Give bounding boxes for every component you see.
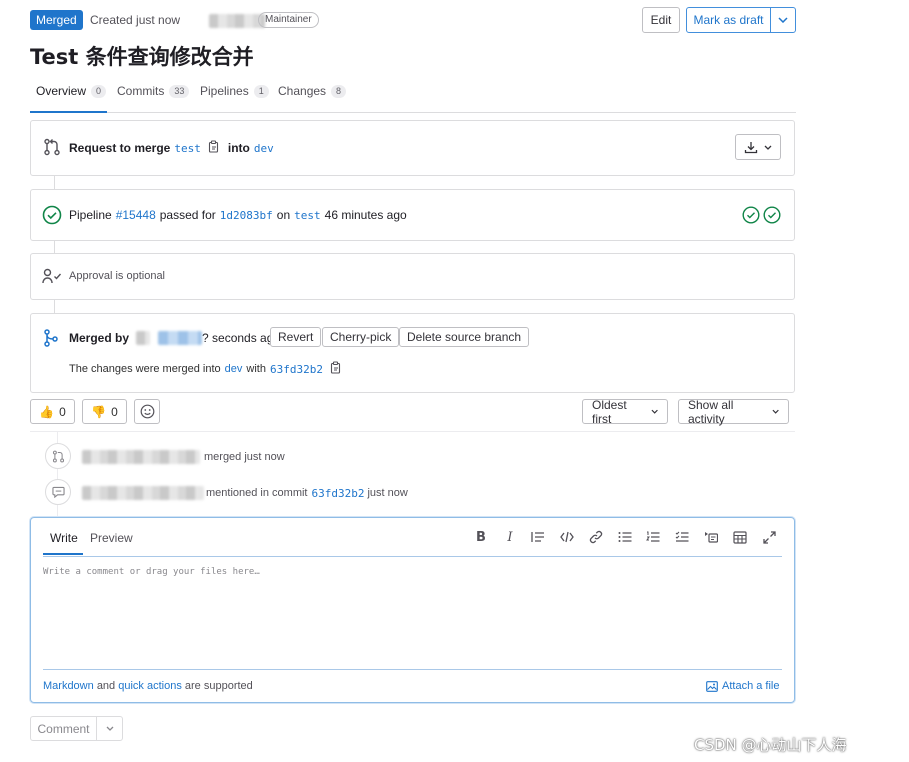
- delete-source-branch-button[interactable]: Delete source branch: [399, 327, 530, 347]
- merged-target-branch-link[interactable]: dev: [225, 363, 243, 375]
- activity-user-redacted: [82, 450, 200, 464]
- thumbs-down-button[interactable]: 👎 0: [82, 399, 127, 424]
- discussion-divider: [30, 431, 795, 432]
- merged-by-user-redacted: [136, 331, 151, 345]
- draft-options-chevron-down-icon[interactable]: [770, 7, 796, 33]
- link-icon[interactable]: [587, 528, 605, 546]
- merged-by-avatar-redacted: [158, 331, 203, 345]
- comment-textarea[interactable]: Write a comment or drag your files here…: [43, 567, 778, 577]
- tab-write[interactable]: Write: [50, 531, 78, 545]
- source-branch-link[interactable]: test: [174, 142, 201, 155]
- italic-icon[interactable]: I: [501, 528, 519, 546]
- fullscreen-icon[interactable]: [760, 528, 778, 546]
- approval-user-check-icon: [42, 268, 64, 287]
- pipeline-branch-link[interactable]: test: [294, 209, 321, 222]
- page-title: Test 条件查询修改合并: [30, 45, 254, 69]
- tab-commits[interactable]: Commits 33: [117, 84, 190, 98]
- thumbs-down-icon: 👎: [91, 404, 107, 419]
- sort-order-dropdown[interactable]: Oldest first: [582, 398, 668, 426]
- edit-button[interactable]: Edit: [642, 7, 680, 33]
- collapsible-section-icon[interactable]: [702, 528, 720, 546]
- image-icon: [706, 680, 718, 692]
- merge-commit-link[interactable]: 63fd32b2: [270, 363, 323, 376]
- table-icon[interactable]: [731, 528, 749, 546]
- tab-pipelines[interactable]: Pipelines 1: [200, 84, 269, 98]
- code-icon[interactable]: [558, 528, 576, 546]
- mentioned-commit-link[interactable]: 63fd32b2: [312, 487, 365, 500]
- comment-options-chevron-down-icon[interactable]: [96, 716, 123, 741]
- download-dropdown-button[interactable]: [735, 134, 781, 160]
- markdown-link[interactable]: Markdown: [43, 680, 94, 692]
- attach-file-button[interactable]: Attach a file: [706, 680, 779, 692]
- bullet-list-icon[interactable]: [616, 528, 634, 546]
- revert-button[interactable]: Revert: [270, 327, 322, 347]
- created-text: Created just now: [90, 13, 266, 28]
- timeline-connector: [54, 300, 55, 313]
- tab-overview[interactable]: Overview 0: [36, 84, 107, 98]
- task-list-icon[interactable]: [673, 528, 691, 546]
- tab-bar: Overview 0 Commits 33 Pipelines 1 Changes 8: [30, 78, 796, 113]
- role-badge: Maintainer: [258, 12, 319, 28]
- copy-branch-clipboard-icon[interactable]: [208, 140, 220, 156]
- status-badge: Merged: [30, 10, 83, 30]
- csdn-watermark: CSDN @心动山下人海: [694, 736, 847, 754]
- merged-widget: [30, 313, 795, 393]
- editor-header-divider: [43, 556, 782, 557]
- chevron-down-icon: [772, 409, 779, 414]
- pipeline-commit-link[interactable]: 1d2083bf: [220, 209, 273, 222]
- active-editor-tab-indicator: [43, 553, 83, 555]
- activity-user-redacted: [82, 486, 204, 500]
- tab-preview[interactable]: Preview: [90, 531, 133, 545]
- author-name-redacted: [209, 13, 266, 28]
- approval-text: Approval is optional: [69, 270, 166, 282]
- numbered-list-icon[interactable]: [644, 528, 662, 546]
- bold-icon[interactable]: B: [472, 528, 490, 546]
- cherry-pick-button[interactable]: Cherry-pick: [322, 327, 400, 347]
- copy-commit-clipboard-icon[interactable]: [330, 361, 342, 377]
- timeline-connector: [54, 176, 55, 189]
- smiley-icon: [140, 404, 154, 419]
- timeline-connector: [54, 241, 55, 253]
- stage-success-icon[interactable]: [763, 206, 781, 227]
- pipeline-id-link[interactable]: #15448: [116, 208, 156, 222]
- activity-item: merged just now: [82, 450, 285, 464]
- download-icon: [744, 141, 758, 153]
- status-success-icon: [42, 205, 62, 228]
- target-branch-link[interactable]: dev: [254, 142, 274, 155]
- thumbs-up-button[interactable]: 👍 0: [30, 399, 75, 424]
- stage-success-icon[interactable]: [742, 206, 760, 227]
- quote-icon[interactable]: [529, 528, 547, 546]
- comment-button[interactable]: Comment: [30, 716, 97, 741]
- pipeline-summary: Pipeline #15448 passed for 1d2083bf on t…: [69, 208, 407, 222]
- markdown-help-text: Markdown and quick actions are supported: [43, 680, 253, 692]
- thumbs-up-icon: 👍: [39, 404, 55, 419]
- merged-summary: Merged by ? seconds ago: [69, 331, 281, 345]
- chevron-down-icon: [764, 145, 772, 150]
- merged-into-text: The changes were merged into dev with 63…: [69, 361, 342, 377]
- add-reaction-button[interactable]: [134, 399, 160, 424]
- tab-changes[interactable]: Changes 8: [278, 84, 347, 98]
- merge-request-system-icon: [45, 443, 71, 469]
- merge-request-icon: [43, 138, 61, 159]
- comment-system-icon: [45, 479, 71, 505]
- merge-request-summary: Request to merge test into dev: [69, 140, 274, 156]
- activity-filter-dropdown[interactable]: Show all activity: [678, 398, 789, 426]
- mark-as-draft-button[interactable]: Mark as draft: [686, 7, 771, 33]
- activity-item: mentioned in commit 63fd32b2 just now: [82, 486, 408, 500]
- merge-icon: [43, 329, 59, 350]
- quick-actions-link[interactable]: quick actions: [118, 680, 182, 692]
- editor-footer-divider: [43, 669, 782, 670]
- active-tab-indicator: [30, 111, 107, 113]
- chevron-down-icon: [651, 409, 658, 414]
